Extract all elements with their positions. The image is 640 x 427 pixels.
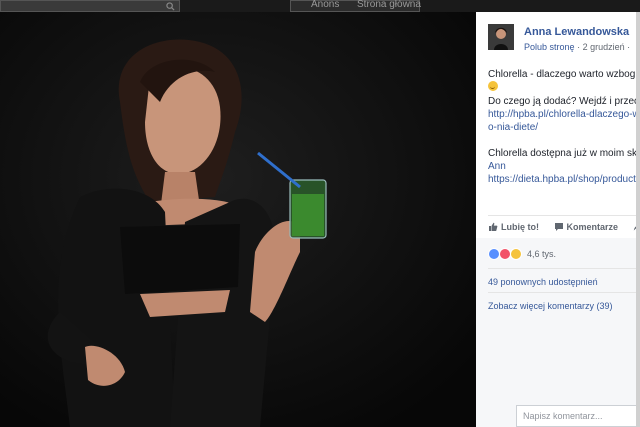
top-bar: Anons Strona główna <box>0 0 640 12</box>
shares-link[interactable]: 49 ponownych udostępnień <box>488 277 598 287</box>
like-page-link[interactable]: Polub stronę <box>524 42 575 52</box>
comment-button[interactable]: Komentarze <box>554 222 619 232</box>
post-line: Do czego ją dodać? Wejdź i przec <box>488 96 640 107</box>
like-label: Lubię to! <box>501 222 539 232</box>
smile-emoji-icon <box>488 81 498 91</box>
post-link-continued[interactable]: o-nia-diete/ <box>488 122 538 133</box>
shop-link[interactable]: https://dieta.hpba.pl/shop/product <box>488 174 636 185</box>
divider <box>488 268 640 269</box>
like-button[interactable]: Lubię to! <box>488 222 539 232</box>
meta-separator-2: · <box>627 42 631 52</box>
post-feedback-area <box>476 238 640 427</box>
post-side-panel: Anna Lewandowska Polub stronę · 2 grudzi… <box>476 12 640 427</box>
author-mention-link[interactable]: Ann <box>488 161 506 172</box>
search-icon <box>166 2 175 11</box>
wow-reaction-icon <box>510 248 522 260</box>
post-date[interactable]: 2 grudzień <box>583 42 625 52</box>
author-name[interactable]: Anna Lewandowska <box>524 26 629 38</box>
divider <box>488 292 640 293</box>
nav-tabs: Anons Strona główna <box>290 0 421 12</box>
comment-label: Komentarze <box>566 222 619 232</box>
post-line: Chlorella - dlaczego warto wzbog <box>488 69 636 80</box>
post-meta: Polub stronę · 2 grudzień · <box>524 42 640 53</box>
post-photo[interactable] <box>0 12 476 427</box>
meta-separator: · <box>577 42 581 52</box>
tab-home[interactable]: Strona główna <box>357 0 421 10</box>
thumbs-up-icon <box>489 222 498 231</box>
avatar[interactable] <box>488 24 514 50</box>
search-field[interactable] <box>0 0 180 12</box>
avatar-image <box>488 24 514 50</box>
comment-icon <box>554 223 563 231</box>
photo-illustration <box>0 12 476 427</box>
tab-anons[interactable]: Anons <box>311 0 339 10</box>
post-actions: Lubię to! Komentarze U <box>488 222 640 234</box>
post-text: Chlorella - dlaczego warto wzbog Do czeg… <box>488 68 640 186</box>
post-line: Chlorella dostępna już w moim sk <box>488 148 637 159</box>
post-link[interactable]: http://hpba.pl/chlorella-dlaczego-w <box>488 109 640 120</box>
reactions-count: 4,6 tys. <box>527 249 557 259</box>
more-comments-link[interactable]: Zobacz więcej komentarzy (39) <box>488 301 613 311</box>
comment-input[interactable]: Napisz komentarz... <box>516 405 640 427</box>
divider <box>488 215 640 216</box>
scrollbar[interactable] <box>636 12 640 427</box>
reactions-summary[interactable]: 4,6 tys. <box>488 248 556 260</box>
